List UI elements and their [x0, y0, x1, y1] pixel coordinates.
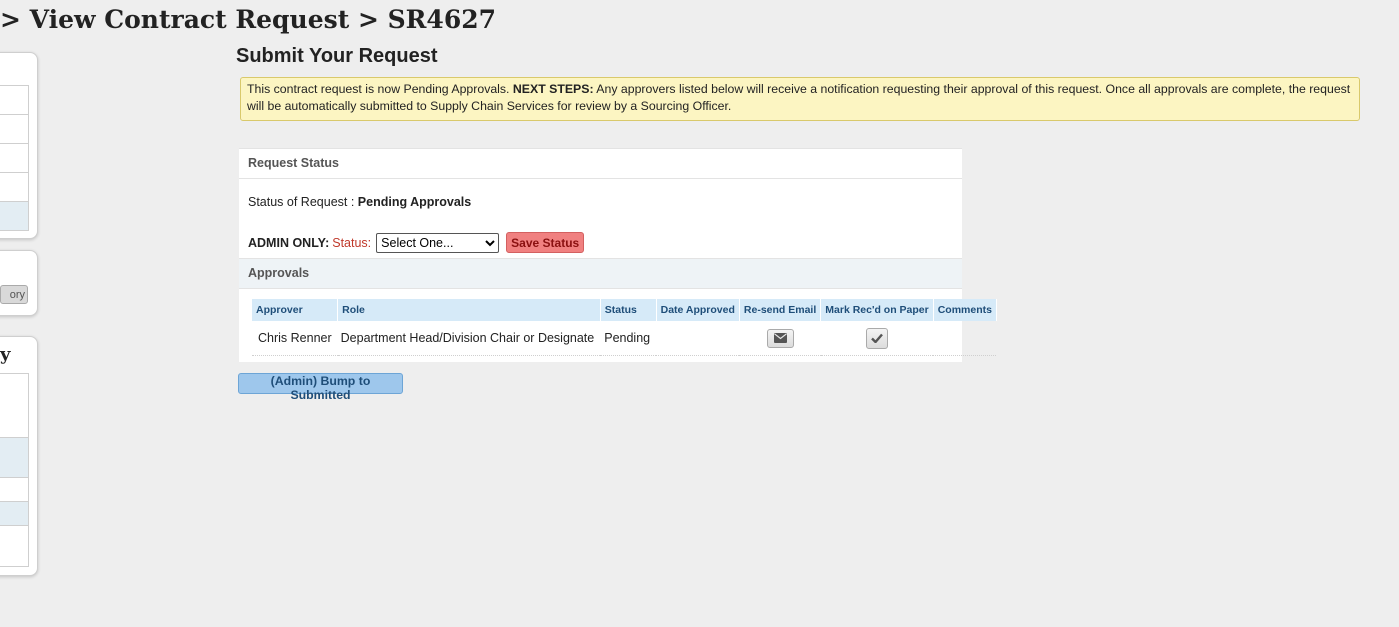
page-title: Submit Your Request: [236, 45, 438, 67]
comments-cell: [933, 321, 997, 356]
role-cell: Department Head/Division Chair or Design…: [337, 321, 601, 356]
history-button[interactable]: ory: [0, 285, 28, 304]
approver-cell: Chris Renner: [252, 321, 338, 356]
sidebar-cell: [0, 477, 29, 503]
mark-paper-cell: [820, 321, 934, 356]
table-header-row: Approver Role Status Date Approved Re-se…: [252, 299, 997, 321]
request-status-header: Request Status: [239, 148, 962, 179]
checkmark-icon: [871, 334, 883, 345]
sidebar-cell: [0, 525, 29, 567]
col-mark-paper: Mark Rec'd on Paper: [820, 299, 934, 321]
sidebar-cell: [0, 172, 29, 203]
sidebar-cell: [0, 85, 29, 116]
mark-received-button[interactable]: [865, 327, 888, 349]
col-status: Status: [600, 299, 657, 321]
status-field-label: Status:: [332, 235, 372, 250]
resend-email-cell: [739, 321, 821, 356]
save-status-button[interactable]: Save Status: [506, 232, 585, 253]
sidebar-panel-top: [0, 52, 38, 239]
table-row: Chris Renner Department Head/Division Ch…: [252, 321, 997, 356]
sidebar-cell: [0, 437, 29, 479]
col-approver: Approver: [252, 299, 339, 321]
sidebar-cell: [0, 201, 29, 231]
date-approved-cell: [656, 321, 740, 356]
col-date-approved: Date Approved: [656, 299, 740, 321]
notice-prefix: This contract request is now Pending App…: [247, 82, 510, 96]
sidebar-cell: [0, 501, 29, 527]
status-select[interactable]: Select One...: [376, 232, 500, 253]
sidebar-panel-bottom: [0, 336, 38, 576]
approvals-table: Approver Role Status Date Approved Re-se…: [252, 299, 997, 356]
request-status-box: Request Status Status of Request : Pendi…: [239, 148, 997, 362]
sidebar-cell: [0, 373, 29, 439]
next-steps-notice: This contract request is now Pending App…: [240, 77, 1360, 121]
resend-email-button[interactable]: [766, 328, 794, 348]
bump-to-submitted-button[interactable]: (Admin) Bump to Submitted: [238, 373, 403, 402]
sidebar-panel-title: y: [0, 344, 11, 365]
status-value: Pending Approvals: [357, 195, 472, 209]
sidebar-cell: [0, 114, 29, 145]
envelope-icon: [773, 333, 787, 344]
status-line: Status of Request : Pending Approvals: [248, 195, 471, 209]
admin-only-label: ADMIN ONLY:: [248, 235, 330, 250]
sidebar-panel-middle: [0, 250, 38, 316]
sidebar-cell: [0, 143, 29, 174]
admin-status-row: ADMIN ONLY: Status: Select One... Save S…: [248, 232, 585, 253]
col-comments: Comments: [933, 299, 997, 321]
col-role: Role: [337, 299, 601, 321]
status-label: Status of Request :: [248, 195, 355, 209]
col-resend-email: Re-send Email: [739, 299, 822, 321]
breadcrumb: > View Contract Request > SR4627: [0, 5, 497, 34]
status-cell: Pending: [600, 321, 657, 356]
notice-bold: NEXT STEPS:: [512, 82, 594, 96]
approvals-header: Approvals: [239, 258, 962, 289]
